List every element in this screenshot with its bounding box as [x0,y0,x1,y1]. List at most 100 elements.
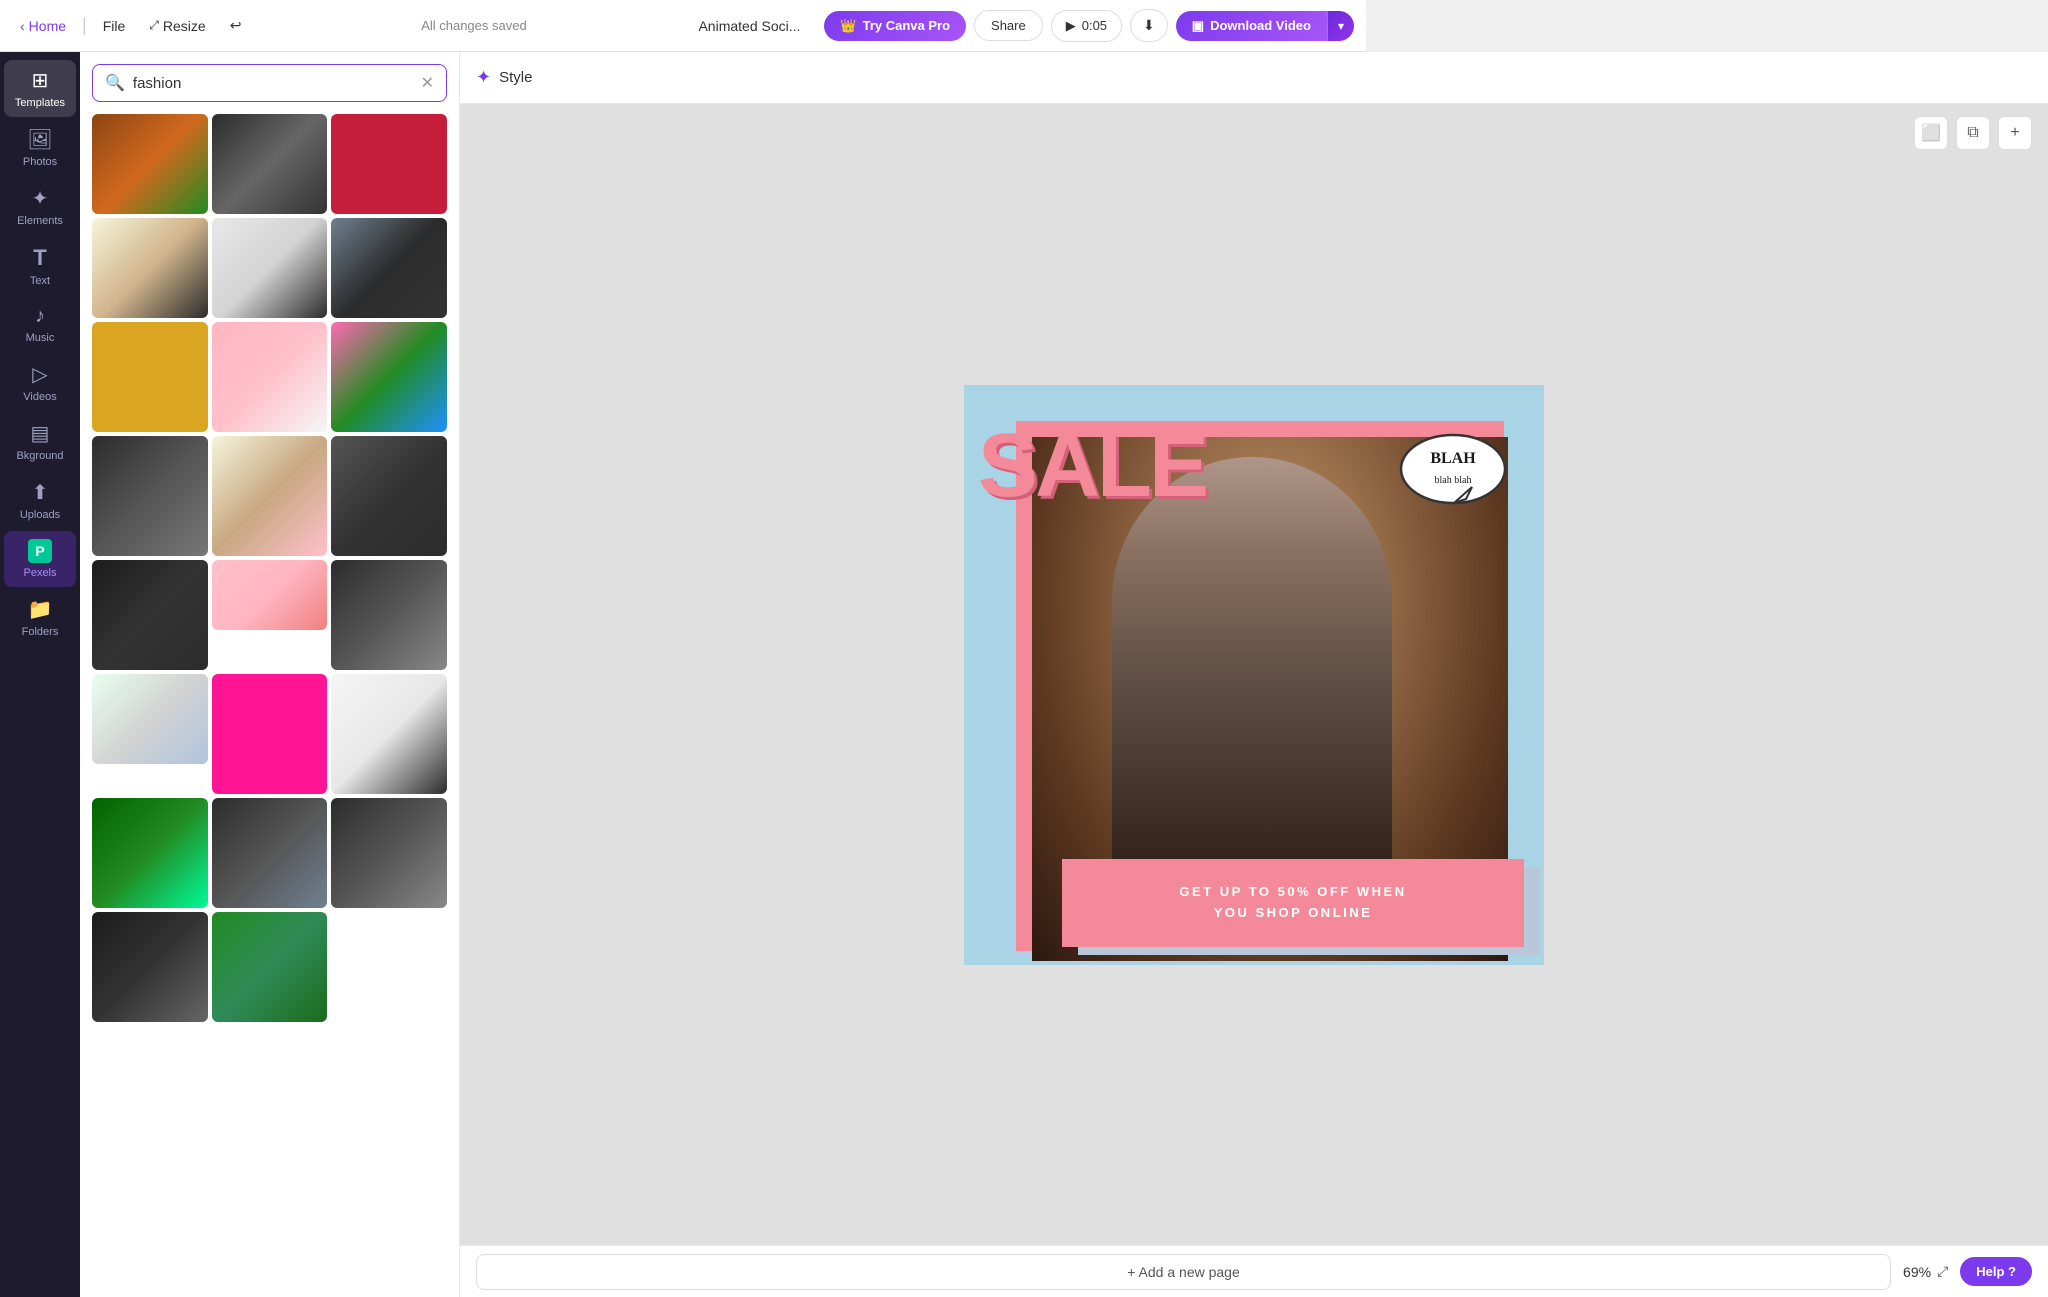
play-icon: ▶ [1066,18,1076,34]
download-caret-button[interactable]: ▾ [1327,11,1354,41]
list-item[interactable] [92,798,208,908]
photos-icon: 🖼 [27,127,52,152]
left-sidebar: ⊞ Templates 🖼 Photos ✦ Elements T Text ♪… [0,52,80,1297]
sidebar-item-uploads[interactable]: ⬆ Uploads [4,472,76,529]
svg-text:BLAH: BLAH [1430,450,1476,467]
videos-icon: ▷ [32,362,47,387]
search-panel: 🔍 ✕ [80,52,460,1297]
list-item[interactable] [331,322,447,432]
blah-bubble: BLAH blah blah [1398,431,1508,524]
resize-label: Resize [163,18,206,34]
saved-status: All changes saved [257,18,690,33]
canvas-toolbar: ⬜ ⧉ + [1914,116,2032,150]
download-video-group: ▣ Download Video ▾ [1176,11,1354,41]
zoom-expand-icon[interactable]: ⤢ [1937,1263,1948,1280]
caret-down-icon: ▾ [1338,19,1344,33]
add-page-button[interactable]: + Add a new page [476,1254,1891,1290]
sidebar-item-elements[interactable]: ✦ Elements [4,178,76,235]
sidebar-item-photos[interactable]: 🖼 Photos [4,119,76,176]
list-item[interactable] [331,560,447,670]
list-item[interactable] [92,114,208,214]
list-item[interactable] [212,560,328,630]
sidebar-label-pexels: Pexels [23,567,56,579]
list-item[interactable] [92,436,208,556]
list-item[interactable] [92,912,208,1022]
list-item[interactable] [212,218,328,318]
sidebar-item-pexels[interactable]: P Pexels [4,531,76,587]
sidebar-label-folders: Folders [22,626,59,638]
help-button[interactable]: Help ? [1960,1257,2032,1286]
main-area: ✦ Style ⬜ ⧉ + SALE [460,52,2048,1297]
list-item[interactable] [331,218,447,318]
sidebar-item-background[interactable]: ▤ Bkground [4,413,76,470]
list-item[interactable] [331,436,447,556]
list-item[interactable] [212,114,328,214]
image-grid [80,114,459,1034]
crown-icon: 👑 [840,18,856,34]
add-page-label: + Add a new page [1127,1264,1240,1280]
search-input[interactable] [133,75,413,92]
sidebar-item-videos[interactable]: ▷ Videos [4,354,76,411]
bottom-text: GET UP TO 50% OFF WHEN YOU SHOP ONLINE [1179,882,1406,924]
try-pro-button[interactable]: 👑 Try Canva Pro [824,11,966,41]
frame-button[interactable]: ⬜ [1914,116,1948,150]
top-nav: ‹ Home | File ⤢ Resize ↩ All changes sav… [0,0,1366,52]
home-label: Home [29,18,66,34]
sidebar-label-templates: Templates [15,97,65,109]
chevron-left-icon: ‹ [20,18,25,34]
resize-button[interactable]: ⤢ Resize [141,12,213,40]
pexels-icon: P [28,539,52,563]
list-item[interactable] [92,674,208,764]
list-item[interactable] [92,218,208,318]
bottom-text-line1: GET UP TO 50% OFF WHEN [1179,884,1406,899]
list-item[interactable] [331,674,447,794]
share-button[interactable]: Share [974,10,1043,41]
help-label: Help ? [1976,1264,2016,1279]
list-item[interactable] [212,674,328,794]
zoom-level: 69% [1903,1264,1931,1280]
sidebar-item-folders[interactable]: 📁 Folders [4,589,76,646]
add-button[interactable]: + [1998,116,2032,150]
list-item[interactable] [212,798,328,908]
download-icon-button[interactable]: ⬇ [1130,9,1168,42]
list-item[interactable] [212,912,328,1022]
resize-icon: ⤢ [149,18,159,33]
doc-title: Animated Soci... [698,18,800,34]
sale-text: SALE [978,421,1206,511]
sidebar-item-music[interactable]: ♪ Music [4,297,76,352]
elements-icon: ✦ [32,186,49,211]
sidebar-item-text[interactable]: T Text [4,237,76,295]
list-item[interactable] [212,436,328,556]
video-icon: ▣ [1192,18,1204,34]
download-video-button[interactable]: ▣ Download Video [1176,11,1327,41]
undo-button[interactable]: ↩ [222,11,250,40]
style-label: Style [499,69,532,86]
sidebar-label-text: Text [30,275,50,287]
list-item[interactable] [92,322,208,432]
sidebar-label-music: Music [26,332,55,344]
file-label: File [103,18,126,34]
clear-search-button[interactable]: ✕ [421,73,434,93]
nav-separator: | [82,15,87,36]
sidebar-item-templates[interactable]: ⊞ Templates [4,60,76,117]
uploads-icon: ⬆ [32,480,49,505]
list-item[interactable] [92,560,208,670]
list-item[interactable] [331,798,447,908]
bottom-text-line2: YOU SHOP ONLINE [1214,905,1373,920]
sidebar-label-photos: Photos [23,156,57,168]
sidebar-label-uploads: Uploads [20,509,60,521]
duplicate-button[interactable]: ⧉ [1956,116,1990,150]
search-icon: 🔍 [105,73,125,93]
home-button[interactable]: ‹ Home [12,12,74,40]
list-item[interactable] [212,322,328,432]
file-button[interactable]: File [95,12,134,40]
list-item[interactable] [331,114,447,214]
music-icon: ♪ [35,305,45,328]
nav-right-group: 👑 Try Canva Pro Share ▶ 0:05 ⬇ ▣ Downloa… [824,9,1354,42]
design-bottom-strip: GET UP TO 50% OFF WHEN YOU SHOP ONLINE [1062,859,1524,947]
zoom-control: 69% ⤢ [1903,1263,1948,1280]
templates-icon: ⊞ [32,68,49,93]
play-button[interactable]: ▶ 0:05 [1051,10,1122,42]
sidebar-label-elements: Elements [17,215,63,227]
canvas-area: ⬜ ⧉ + SALE [460,104,2048,1245]
